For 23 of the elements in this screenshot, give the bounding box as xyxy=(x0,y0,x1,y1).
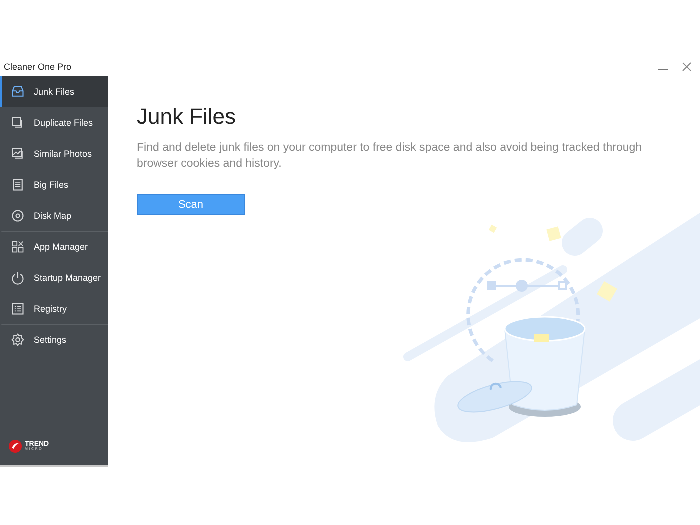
sidebar-item[interactable]: Big Files xyxy=(0,169,108,200)
sidebar-item[interactable]: Junk Files xyxy=(0,76,108,107)
power-icon xyxy=(11,270,25,284)
disk-icon xyxy=(11,208,25,222)
settings-icon xyxy=(11,333,25,347)
copies-icon xyxy=(11,116,25,130)
sidebar-item[interactable]: Duplicate Files xyxy=(0,107,108,138)
sidebar-item[interactable]: App Manager xyxy=(0,231,108,262)
page-title: Junk Files xyxy=(137,104,238,130)
inbox-tray-icon xyxy=(11,84,25,98)
close-icon[interactable] xyxy=(682,62,692,72)
document-list-icon xyxy=(11,178,25,192)
window-title: Cleaner One Pro xyxy=(3,62,72,72)
sidebar-item[interactable]: Registry xyxy=(0,293,108,324)
page-description: Find and delete junk files on your computer to free disk space and also avoid being tracked through browser cookies and history. xyxy=(137,141,644,172)
list-icon xyxy=(11,302,25,316)
photos-icon xyxy=(11,146,25,160)
sidebar-item[interactable]: Settings xyxy=(0,324,108,355)
sidebar-item[interactable]: Startup Manager xyxy=(0,262,108,293)
logo-icon xyxy=(9,440,22,453)
sidebar-item[interactable]: Disk Map xyxy=(0,200,108,231)
app-grid-icon xyxy=(11,240,25,254)
sidebar-item[interactable]: Similar Photos xyxy=(0,138,108,169)
